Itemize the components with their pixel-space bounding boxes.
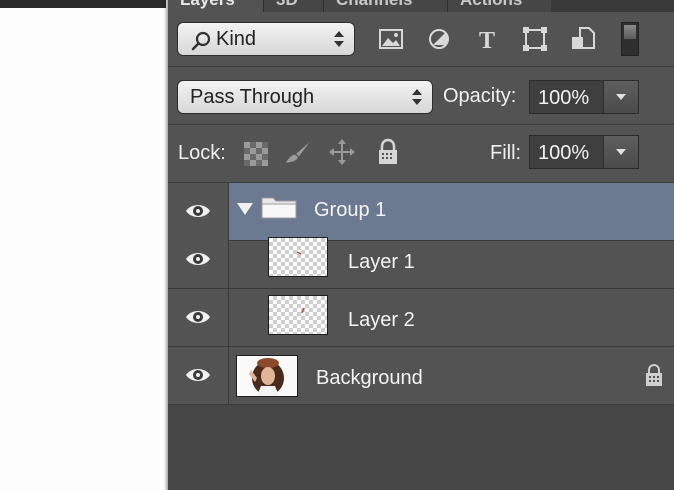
layer-row-layer-1[interactable]: Layer 1 xyxy=(168,231,674,289)
document-canvas[interactable] xyxy=(0,0,166,490)
lock-position-icon[interactable] xyxy=(328,138,356,166)
pixel-filter-icon[interactable] xyxy=(377,26,405,52)
stroke-mark xyxy=(301,307,305,314)
shape-filter-icon[interactable] xyxy=(521,26,549,52)
visibility-toggle[interactable] xyxy=(168,347,229,404)
canvas-top-bar xyxy=(0,0,166,8)
eye-icon xyxy=(186,311,210,323)
fill-value[interactable]: 100% xyxy=(538,142,589,165)
layer-thumbnail xyxy=(268,295,328,335)
portrait-image xyxy=(237,356,297,396)
visibility-toggle[interactable] xyxy=(168,289,229,346)
lock-all-icon[interactable] xyxy=(374,138,402,166)
eye-icon xyxy=(186,253,210,265)
tab-actions[interactable]: Actions xyxy=(447,0,551,12)
blend-mode-value: Pass Through xyxy=(190,86,315,108)
opacity-label: Opacity: xyxy=(443,85,517,107)
lock-icon xyxy=(646,364,662,386)
tab-layers[interactable]: Layers xyxy=(168,0,263,12)
filter-kind-select[interactable]: Kind xyxy=(177,22,355,56)
select-arrows-icon xyxy=(334,31,344,47)
layers-panel: Layers 3D Channels Actions Kind T xyxy=(168,0,674,490)
layer-name[interactable]: Background xyxy=(316,367,423,390)
lock-image-pixels-icon[interactable] xyxy=(284,138,312,166)
filter-toggle-switch[interactable] xyxy=(621,22,639,56)
layer-row-background[interactable]: Background xyxy=(168,347,674,405)
stroke-mark xyxy=(296,251,302,255)
folder-icon xyxy=(261,197,297,219)
layer-name[interactable]: Group 1 xyxy=(314,199,386,222)
opacity-dropdown-button[interactable] xyxy=(603,81,638,113)
lock-label: Lock: xyxy=(178,142,226,164)
search-icon xyxy=(191,31,211,51)
lock-transparent-pixels-icon[interactable] xyxy=(242,140,270,168)
toggle-knob xyxy=(624,25,636,39)
eye-icon xyxy=(186,369,210,381)
layer-name[interactable]: Layer 2 xyxy=(348,309,415,332)
select-arrows-icon xyxy=(412,89,422,105)
disclosure-triangle-icon[interactable] xyxy=(236,202,254,216)
blend-mode-select[interactable]: Pass Through xyxy=(177,80,433,114)
fill-label: Fill: xyxy=(490,142,522,164)
svg-text:T: T xyxy=(479,28,495,52)
divider xyxy=(168,124,674,125)
fill-field[interactable]: 100% xyxy=(529,135,639,169)
fill-dropdown-button[interactable] xyxy=(603,136,638,168)
layer-thumbnail xyxy=(268,237,328,277)
layers-empty-area[interactable] xyxy=(168,405,674,490)
visibility-toggle[interactable] xyxy=(168,231,229,288)
tab-channels[interactable]: Channels xyxy=(323,0,447,12)
opacity-value[interactable]: 100% xyxy=(538,87,589,110)
type-filter-icon[interactable]: T xyxy=(473,26,501,52)
smart-object-filter-icon[interactable] xyxy=(569,26,597,52)
panel-tab-bar: Layers 3D Channels Actions xyxy=(168,0,674,12)
opacity-field[interactable]: 100% xyxy=(529,80,639,114)
background-thumbnail xyxy=(236,355,298,397)
layer-row-layer-2[interactable]: Layer 2 xyxy=(168,289,674,347)
tab-3d[interactable]: 3D xyxy=(263,0,323,12)
eye-icon xyxy=(186,205,210,217)
divider xyxy=(168,66,674,67)
adjustment-filter-icon[interactable] xyxy=(425,26,453,52)
filter-kind-label: Kind xyxy=(216,28,257,50)
layer-name[interactable]: Layer 1 xyxy=(348,251,415,274)
